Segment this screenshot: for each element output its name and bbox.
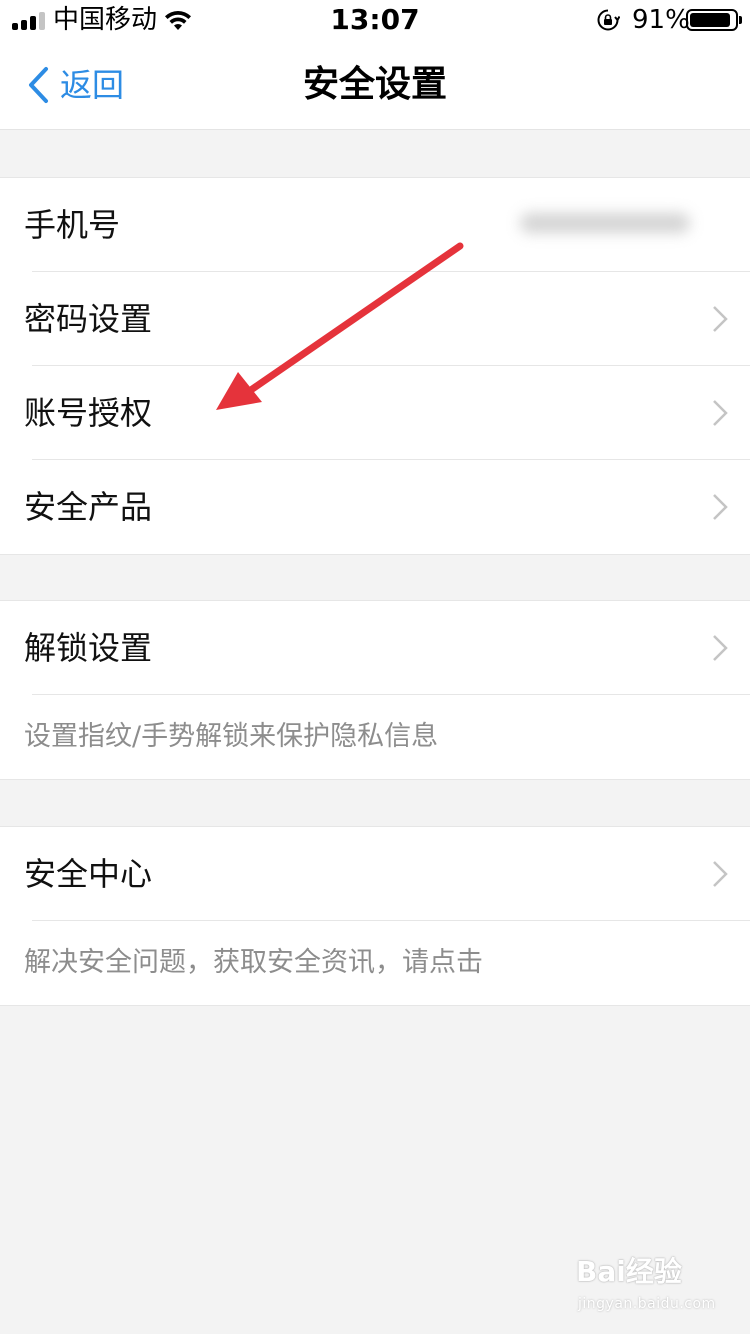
- unlock-settings-group: 解锁设置 设置指纹/手势解锁来保护隐私信息: [0, 600, 750, 780]
- note-text: 解决安全问题，获取安全资讯，请点击: [24, 947, 483, 978]
- row-label: 安全产品: [24, 488, 153, 526]
- phone-number-value: [520, 213, 690, 233]
- watermark-url: jingyan.baidu.com: [578, 1296, 716, 1312]
- watermark-logo: Bai经验: [576, 1255, 682, 1288]
- status-bar: 中国移动 13:07 91%: [0, 0, 750, 40]
- battery-icon: [686, 9, 742, 31]
- account-authorization-row[interactable]: 账号授权: [0, 366, 750, 460]
- row-label: 手机号: [24, 206, 121, 244]
- chevron-right-icon: [713, 400, 728, 426]
- account-security-group: 手机号 密码设置 账号授权 安全产品: [0, 177, 750, 555]
- unlock-settings-note: 设置指纹/手势解锁来保护隐私信息: [0, 695, 750, 779]
- page-title: 安全设置: [302, 64, 447, 105]
- security-center-note: 解决安全问题，获取安全资讯，请点击: [0, 921, 750, 1005]
- chevron-right-icon: [713, 306, 728, 332]
- navigation-bar: 返回 安全设置: [0, 40, 750, 130]
- chevron-right-icon: [713, 635, 728, 661]
- row-label: 密码设置: [24, 300, 153, 338]
- row-label: 账号授权: [24, 394, 153, 432]
- note-text: 设置指纹/手势解锁来保护隐私信息: [24, 721, 439, 752]
- chevron-right-icon: [713, 861, 728, 887]
- chevron-right-icon: [713, 494, 728, 520]
- phone-number-row[interactable]: 手机号: [0, 178, 750, 272]
- security-products-row[interactable]: 安全产品: [0, 460, 750, 554]
- unlock-settings-row[interactable]: 解锁设置: [0, 601, 750, 695]
- row-label: 安全中心: [24, 855, 153, 893]
- row-label: 解锁设置: [24, 629, 153, 667]
- rotation-lock-icon: [597, 9, 620, 31]
- password-settings-row[interactable]: 密码设置: [0, 272, 750, 366]
- security-center-row[interactable]: 安全中心: [0, 827, 750, 921]
- battery-percentage: 91%: [632, 5, 690, 35]
- watermark: Bai经验 jingyan.baidu.com: [576, 1252, 736, 1322]
- security-center-group: 安全中心 解决安全问题，获取安全资讯，请点击: [0, 826, 750, 1006]
